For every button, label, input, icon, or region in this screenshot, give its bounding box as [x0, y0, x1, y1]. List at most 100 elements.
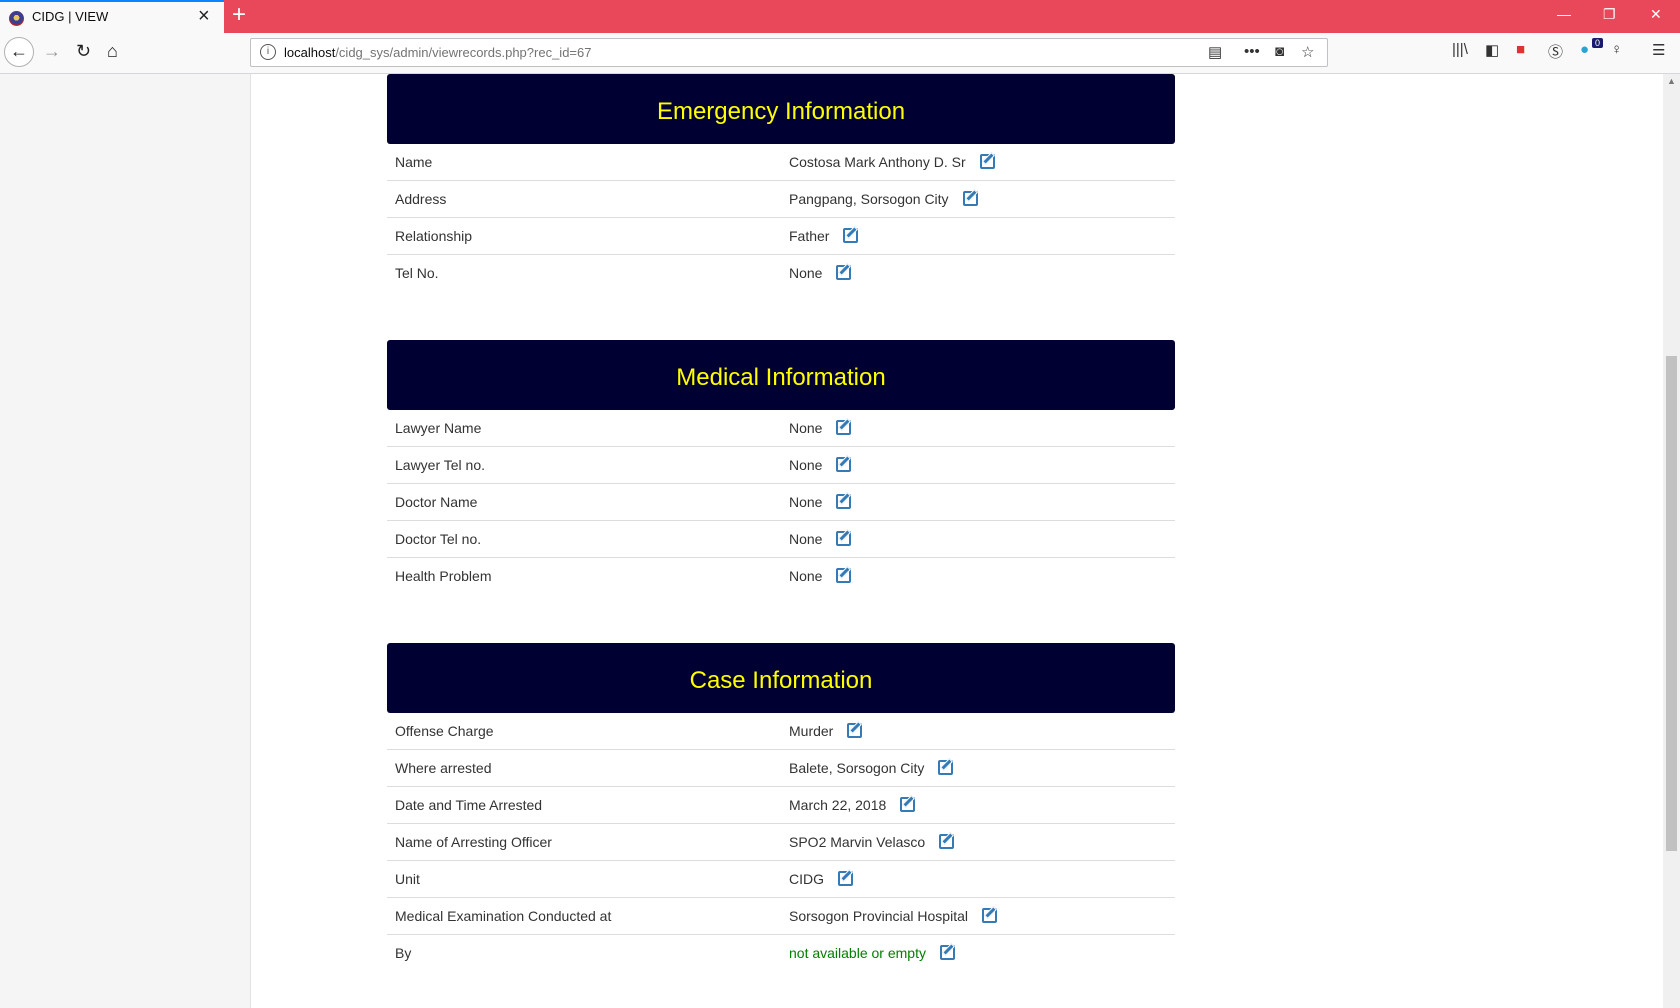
forward-arrow-icon[interactable]: → [43, 41, 61, 62]
vertical-scrollbar[interactable]: ▲ [1663, 74, 1680, 1008]
panel-heading: Case Information [387, 643, 1175, 713]
table-row: Tel No. None [387, 255, 1175, 292]
new-tab-plus-icon[interactable]: + [232, 1, 246, 29]
table-row: Medical Examination Conducted at Sorsogon… [387, 897, 1175, 935]
row-value-cell: Sorsogon Provincial Hospital [781, 897, 1175, 935]
panel-heading: Emergency Information [387, 74, 1175, 144]
row-value: None [789, 494, 823, 510]
s-extension-icon[interactable]: Ⓢ [1548, 41, 1563, 62]
edit-icon[interactable] [836, 457, 852, 472]
row-label: Unit [387, 860, 781, 898]
extension-badge: 0 [1592, 38, 1604, 48]
table-row: Offense Charge Murder [387, 713, 1175, 750]
row-value: None [789, 420, 823, 436]
edit-icon[interactable] [981, 908, 997, 923]
row-label: By [395, 945, 412, 961]
row-value-cell: None [781, 558, 1175, 595]
url-text[interactable]: localhost/cidg_sys/admin/viewrecords.php… [284, 45, 591, 60]
case-information-panel: Case Information Offense Charge Murder Wh… [387, 643, 1175, 971]
medical-info-table: Lawyer Name None Lawyer Tel no. None Docto… [387, 410, 1175, 594]
row-value-cell: Murder [781, 713, 1175, 750]
table-row: By not available or empty [387, 935, 1175, 972]
table-row: Doctor Name None [387, 483, 1175, 521]
close-tab-icon[interactable]: × [198, 5, 210, 28]
row-label: Address [387, 180, 781, 218]
scrollbar-thumb[interactable] [1666, 356, 1677, 851]
table-row: Name of Arresting Officer SPO2 Marvin Vel… [387, 823, 1175, 861]
url-path: /cidg_sys/admin/viewrecords.php?rec_id=6… [335, 45, 592, 60]
panel-heading: Medical Information [387, 340, 1175, 410]
row-value: None [789, 457, 823, 473]
row-label: Doctor Tel no. [387, 520, 781, 558]
edit-icon[interactable] [838, 871, 853, 886]
hamburger-menu-icon[interactable]: ☰ [1652, 41, 1665, 59]
minimize-icon[interactable]: — [1557, 6, 1571, 22]
edit-icon[interactable] [962, 191, 978, 206]
reader-view-icon[interactable]: ▤ [1208, 43, 1222, 61]
row-value: Costosa Mark Anthony D. Sr [789, 154, 966, 170]
row-label: Name [387, 144, 781, 181]
row-value-cell: Pangpang, Sorsogon City [781, 180, 1175, 218]
row-value-cell: None [781, 410, 1175, 447]
site-info-icon[interactable]: i [260, 44, 276, 60]
row-label: Name of Arresting Officer [387, 823, 781, 861]
row-label: Lawyer Name [387, 410, 781, 447]
lightbulb-extension-icon[interactable]: ♀ [1611, 41, 1622, 58]
row-value-cell: None [781, 446, 1175, 484]
table-row: Lawyer Tel no. None [387, 446, 1175, 484]
row-value: Pangpang, Sorsogon City [789, 191, 949, 207]
edit-icon[interactable] [979, 154, 995, 169]
back-arrow-icon[interactable]: ← [4, 37, 34, 67]
row-value: Murder [789, 723, 834, 739]
row-value: March 22, 2018 [789, 797, 887, 813]
row-value-cell: not available or empty [781, 935, 1175, 972]
row-value-cell: None [781, 255, 1175, 292]
edit-icon[interactable] [939, 945, 955, 960]
edit-icon[interactable] [843, 228, 859, 243]
colorful-extension-icon[interactable]: ■ [1516, 41, 1525, 58]
navigation-toolbar: ← → ↻ ⌂ i localhost/cidg_sys/admin/viewr… [0, 33, 1680, 74]
edit-icon[interactable] [836, 531, 852, 546]
edit-icon[interactable] [836, 494, 852, 509]
row-label: Medical Examination Conducted at [387, 897, 781, 935]
edit-icon[interactable] [836, 265, 852, 280]
address-bar[interactable]: i localhost/cidg_sys/admin/viewrecords.p… [250, 38, 1328, 67]
window-close-icon[interactable]: ✕ [1650, 6, 1662, 23]
edit-icon[interactable] [836, 568, 852, 583]
page-actions-icon[interactable]: ••• [1244, 43, 1260, 60]
restore-icon[interactable]: ❐ [1603, 6, 1616, 23]
row-label: Doctor Name [387, 483, 781, 521]
edit-icon[interactable] [938, 760, 954, 775]
row-value: Balete, Sorsogon City [789, 760, 925, 776]
tab-bar: CIDG | VIEW × + — ❐ ✕ [0, 0, 1680, 33]
row-value-cell: March 22, 2018 [781, 786, 1175, 824]
edit-icon[interactable] [939, 834, 955, 849]
records-content: Emergency Information Name Costosa Mark A… [387, 74, 1175, 1008]
browser-tab[interactable]: CIDG | VIEW × [0, 0, 224, 33]
edit-icon[interactable] [836, 420, 852, 435]
row-value: None [789, 531, 823, 547]
row-value-cell: None [781, 483, 1175, 521]
row-value-cell: Costosa Mark Anthony D. Sr [781, 144, 1175, 181]
row-value-cell: Balete, Sorsogon City [781, 749, 1175, 787]
pocket-icon[interactable]: ◙ [1275, 43, 1284, 60]
table-row: Health Problem None [387, 558, 1175, 595]
library-icon[interactable]: |||\ [1452, 41, 1468, 58]
bookmark-star-icon[interactable]: ☆ [1301, 43, 1314, 61]
row-label: Relationship [387, 217, 781, 255]
url-host: localhost [284, 45, 336, 60]
row-label: Health Problem [395, 568, 492, 584]
reload-icon[interactable]: ↻ [76, 41, 91, 62]
home-icon[interactable]: ⌂ [107, 41, 118, 62]
scroll-up-arrow-icon[interactable]: ▲ [1667, 76, 1676, 86]
row-label: Lawyer Tel no. [387, 446, 781, 484]
row-value-cell: Father [781, 217, 1175, 255]
edit-icon[interactable] [847, 723, 863, 738]
edit-icon[interactable] [900, 797, 916, 812]
sidebar-icon[interactable]: ◧ [1485, 41, 1499, 59]
row-value: SPO2 Marvin Velasco [789, 834, 926, 850]
case-info-table: Offense Charge Murder Where arrested Balet… [387, 713, 1175, 971]
ghostery-extension-icon[interactable]: ● [1580, 41, 1589, 58]
row-value-cell: SPO2 Marvin Velasco [781, 823, 1175, 861]
table-row: Address Pangpang, Sorsogon City [387, 180, 1175, 218]
